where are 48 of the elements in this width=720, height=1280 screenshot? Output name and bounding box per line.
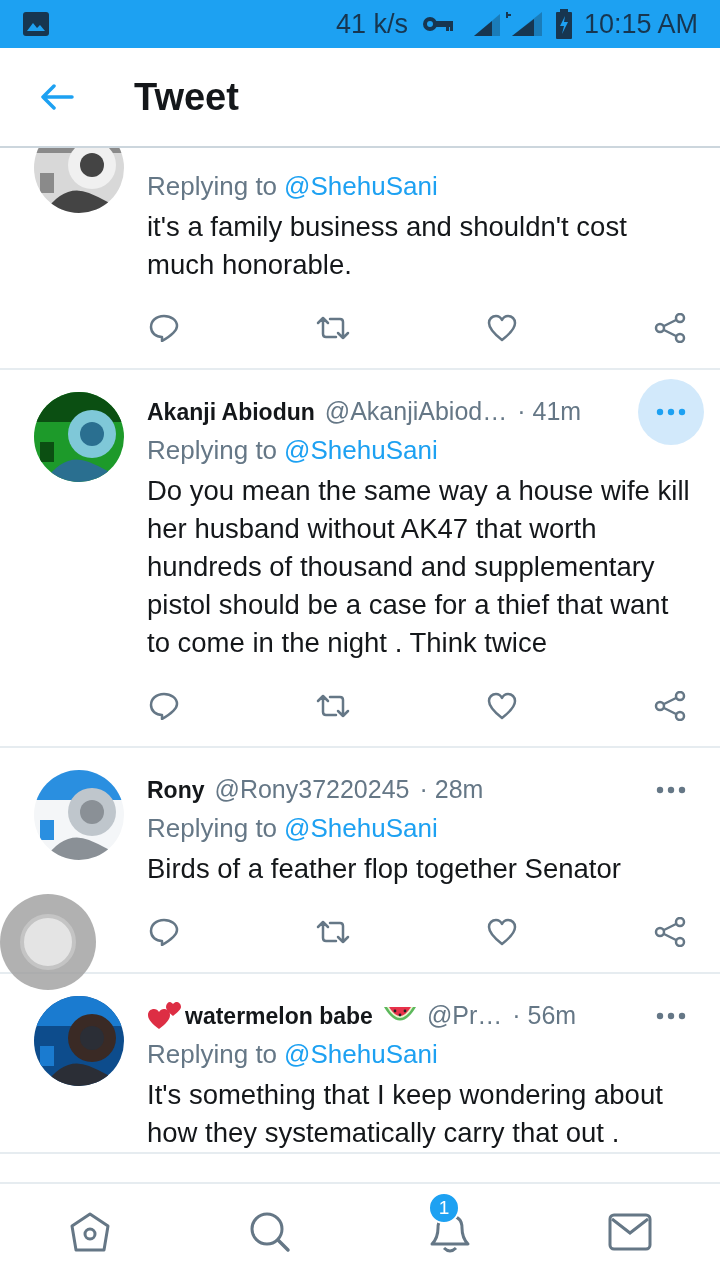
retweet-icon[interactable]: [316, 693, 350, 719]
home-icon[interactable]: [68, 1210, 112, 1254]
tweet-text: It's something that I keep wondering about how they systematically carry that out .: [147, 1078, 664, 1150]
tweet-text: Birds of a feather flop together Senator: [147, 852, 622, 886]
mention-link[interactable]: @ShehuSani: [284, 1034, 438, 1074]
search-icon[interactable]: [248, 1210, 292, 1254]
notification-badge: 1: [428, 1192, 460, 1224]
messages-icon[interactable]: [608, 1213, 652, 1251]
clock-time: 10:15 AM: [583, 7, 698, 41]
like-icon[interactable]: [487, 314, 517, 342]
replying-label: Replying to: [147, 433, 278, 467]
notifications-button[interactable]: 1: [428, 1192, 472, 1256]
retweet-icon[interactable]: [316, 315, 350, 341]
user-handle: @AkanjiAbiod…: [324, 396, 508, 428]
reply-icon[interactable]: [149, 692, 179, 720]
replying-label: Replying to: [147, 1037, 278, 1071]
like-icon[interactable]: [487, 918, 517, 946]
tweet-time: · 56m: [512, 1000, 577, 1032]
more-icon: [656, 786, 686, 794]
share-icon[interactable]: [654, 691, 686, 721]
user-handle: @Rony37220245: [214, 774, 410, 806]
tweet-text: it's a family business and shouldn't cost much honorable.: [147, 210, 628, 282]
more-icon: [656, 408, 686, 416]
mention-link[interactable]: @ShehuSani: [284, 166, 438, 206]
author-name: Rony: [147, 775, 205, 805]
user-handle: @Pr…: [426, 1000, 503, 1032]
mention-link[interactable]: @ShehuSani: [284, 430, 438, 470]
image-icon: [22, 11, 50, 37]
back-button[interactable]: [40, 84, 74, 110]
tweet-text: Do you mean the same way a house wife kill her husband without AK47 that worth hundreds of thousand and supplementary pistol should be a case for a thief that want to come in the night . Think twice: [147, 474, 691, 660]
retweet-icon[interactable]: [316, 919, 350, 945]
like-icon[interactable]: [487, 692, 517, 720]
replying-label: Replying to: [147, 169, 278, 203]
network-speed: 41 k/s: [335, 7, 408, 41]
mention-link[interactable]: @ShehuSani: [284, 808, 438, 848]
author-name: Akanji Abiodun: [147, 397, 315, 427]
reply-icon[interactable]: [149, 918, 179, 946]
page-title: Tweet: [134, 74, 239, 120]
share-icon[interactable]: [654, 313, 686, 343]
key-icon: [421, 16, 454, 32]
tweet-time: · 41m: [517, 396, 582, 428]
author-name: watermelon babe: [185, 1001, 373, 1031]
reply-icon[interactable]: [149, 314, 179, 342]
share-icon[interactable]: [654, 917, 686, 947]
replying-label: Replying to: [147, 811, 278, 845]
more-icon: [656, 1012, 686, 1020]
battery-charging-icon: [555, 9, 572, 39]
tweet-time: · 28m: [419, 774, 484, 806]
